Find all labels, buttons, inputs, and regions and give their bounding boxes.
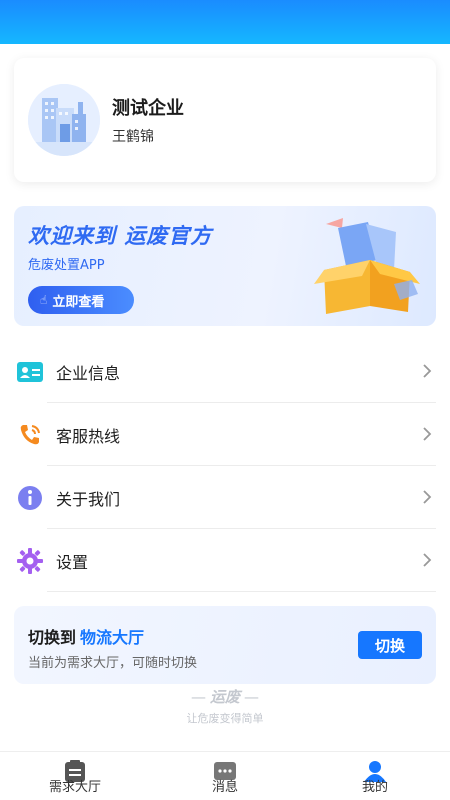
tab-label: 我的 <box>361 780 388 795</box>
switch-title: 切换到 物流大厅 <box>28 624 144 648</box>
switch-title-prefix: 切换到 <box>28 628 77 647</box>
buildings-icon <box>28 84 100 156</box>
menu-item-about-us[interactable]: 关于我们 <box>0 466 450 529</box>
footer-brand-name: 运废 <box>209 688 240 706</box>
footer-logo-text: — 运废 — <box>190 688 259 706</box>
bottom-tab-bar: 需求大厅 消息 我的 <box>0 751 450 800</box>
footer-slogan: 让危废变得简单 <box>186 712 264 725</box>
view-now-button[interactable]: ☝ 立即查看 <box>28 286 134 314</box>
menu-item-settings[interactable]: 设置 <box>0 529 450 592</box>
chevron-right-icon <box>423 553 432 567</box>
open-box-illustration-icon <box>314 218 420 314</box>
phone-icon <box>17 422 43 448</box>
id-card-icon <box>17 359 43 385</box>
menu-item-label: 企业信息 <box>56 364 121 383</box>
tab-demand-hall[interactable]: 需求大厅 <box>0 752 150 800</box>
menu-item-label: 关于我们 <box>56 490 121 509</box>
chevron-right-icon <box>423 427 432 441</box>
chevron-right-icon <box>423 490 432 504</box>
banner-title-prefix: 欢迎来到 <box>28 224 116 248</box>
hand-tap-icon: ☝ <box>40 293 48 307</box>
menu-item-service-hotline[interactable]: 客服热线 <box>0 403 450 466</box>
banner-subtitle: 危废处置APP <box>28 258 105 273</box>
banner-title-brand: 运废官方 <box>124 224 213 248</box>
profile-card[interactable]: 测试企业 王鹤锦 <box>14 58 436 182</box>
user-name: 王鹤锦 <box>112 129 154 145</box>
menu-item-label: 设置 <box>56 553 89 572</box>
switch-subtitle: 当前为需求大厅，可随时切换 <box>28 656 198 671</box>
view-now-label: 立即查看 <box>52 294 105 310</box>
company-name: 测试企业 <box>112 98 184 119</box>
status-header-bar <box>0 0 450 44</box>
tab-label: 需求大厅 <box>48 780 101 795</box>
company-avatar <box>28 84 100 156</box>
chevron-right-icon <box>423 364 432 378</box>
menu-item-company-info[interactable]: 企业信息 <box>0 340 450 403</box>
info-icon <box>17 485 43 511</box>
footer-brand: — 运废 — 让危废变得简单 <box>0 686 450 726</box>
gear-icon <box>17 548 43 574</box>
divider <box>47 591 436 592</box>
switch-hall-card: 切换到 物流大厅 当前为需求大厅，可随时切换 切换 <box>14 606 436 684</box>
tab-mine[interactable]: 我的 <box>300 752 450 800</box>
tab-messages[interactable]: 消息 <box>150 752 300 800</box>
switch-button[interactable]: 切换 <box>358 631 422 659</box>
menu-item-label: 客服热线 <box>56 427 121 446</box>
switch-title-target: 物流大厅 <box>80 628 145 647</box>
banner-title: 欢迎来到 运废官方 <box>28 220 212 250</box>
tab-label: 消息 <box>211 780 238 795</box>
settings-menu: 企业信息 客服热线 关于我们 设置 <box>0 340 450 592</box>
welcome-banner[interactable]: 欢迎来到 运废官方 危废处置APP ☝ 立即查看 <box>14 206 436 326</box>
